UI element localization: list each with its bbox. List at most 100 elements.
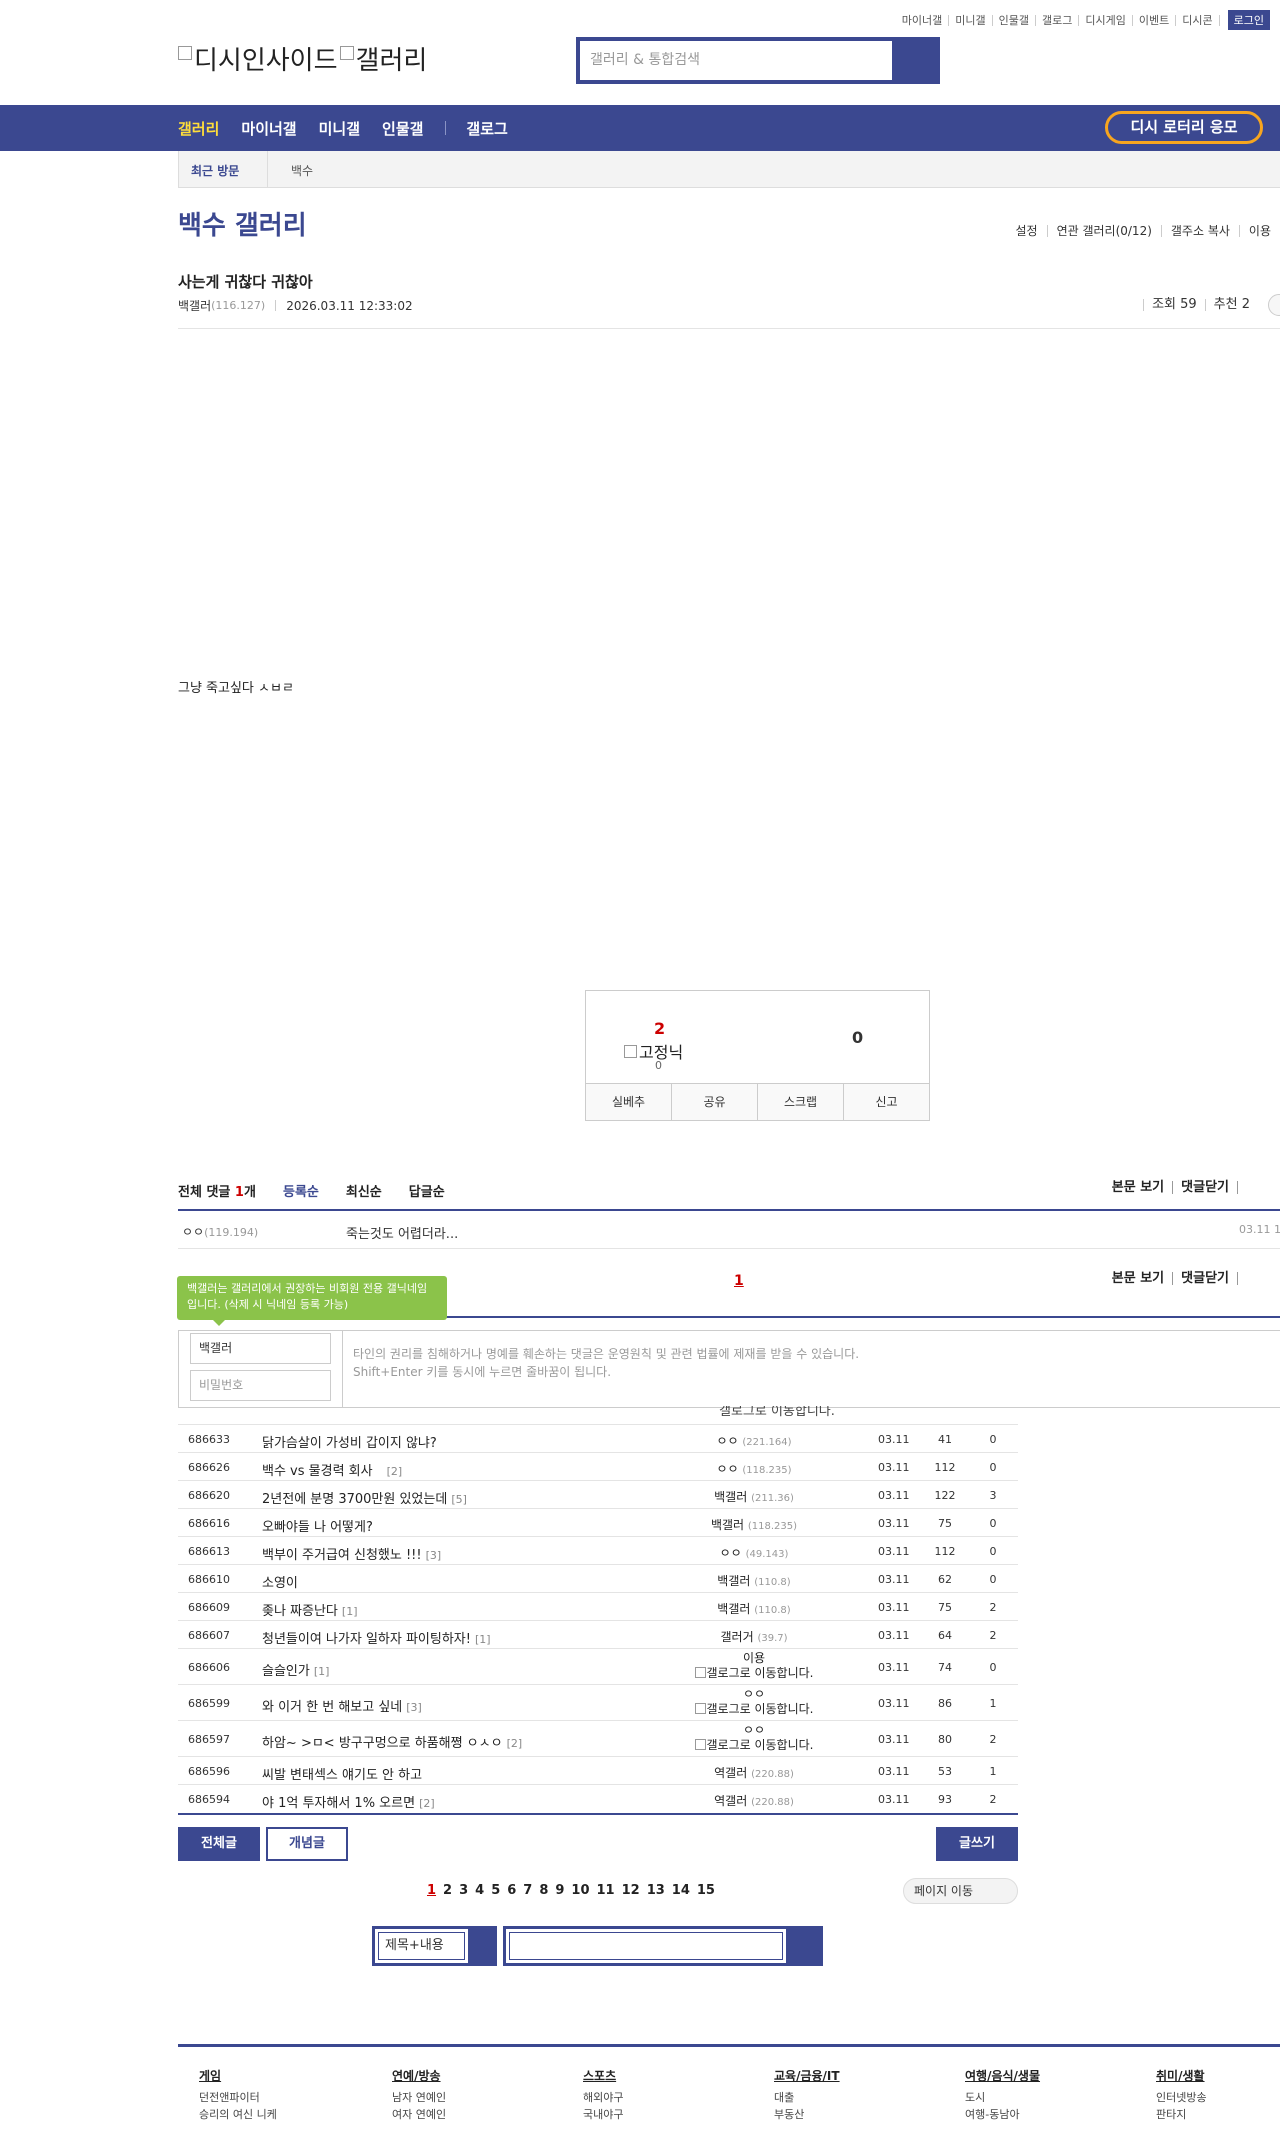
- related-gallery-link[interactable]: 연관 갤러리(0/12): [1046, 225, 1161, 237]
- post-writer[interactable]: ㅇㅇ (49.143): [668, 1544, 840, 1561]
- footer-link[interactable]: 여자 연예인: [392, 2106, 446, 2123]
- gallery-title[interactable]: 백수 갤러리: [178, 205, 307, 242]
- page-11[interactable]: 11: [597, 1883, 615, 1898]
- post-writer[interactable]: ㅇㅇ 갤로그로 이동합니다.: [668, 1687, 840, 1717]
- footer-link[interactable]: 국내야구: [583, 2106, 623, 2123]
- page-15[interactable]: 15: [697, 1883, 715, 1898]
- footer-heading[interactable]: 여행/음식/생물: [965, 2068, 1040, 2085]
- post-writer[interactable]: 백갤러 (110.8): [668, 1600, 840, 1617]
- page-1[interactable]: 1: [427, 1883, 436, 1898]
- sort-by-replies[interactable]: 답글순: [409, 1181, 445, 1200]
- util-dcgame[interactable]: 디시게임: [1079, 14, 1133, 26]
- view-post-link[interactable]: 본문 보기: [1104, 1272, 1172, 1285]
- password-field[interactable]: 비밀번호: [190, 1370, 331, 1401]
- post-list-title[interactable]: 하암~ >ㅁ< 방구구멍으로 하품해쪙 ㅇㅅㅇ [2]: [262, 1732, 522, 1751]
- recent-visit-item[interactable]: 백수: [291, 162, 313, 179]
- list-row[interactable]: 686613 백부이 주거급여 신청했노 !!! [3] ㅇㅇ (49.143) …: [178, 1536, 1018, 1564]
- footer-link[interactable]: 부동산: [774, 2106, 840, 2123]
- post-list-title[interactable]: 슬슬인가 [1]: [262, 1660, 329, 1679]
- nav-person-gallery[interactable]: 인물갤: [382, 118, 423, 139]
- gallog-link-partial[interactable]: 갤로그로 이동합니다.: [719, 1406, 859, 1419]
- sort-by-latest[interactable]: 최신순: [346, 1181, 382, 1200]
- gallery-settings-link[interactable]: 설정: [1006, 225, 1046, 237]
- login-button[interactable]: 로그인: [1227, 10, 1270, 30]
- footer-link[interactable]: 대출: [774, 2089, 840, 2106]
- sort-by-registered[interactable]: 등록순: [283, 1181, 319, 1200]
- post-writer[interactable]: 이용 갤로그로 이동합니다.: [668, 1651, 840, 1681]
- list-row[interactable]: 686626 백수 vs 물경력 회사 [2] ㅇㅇ (118.235) 03.1…: [178, 1452, 1018, 1480]
- post-writer[interactable]: ㅇㅇ (118.235): [668, 1460, 840, 1477]
- list-row[interactable]: 686596 씨발 변태섹스 얘기도 안 하고 역갤러 (220.88) 03.…: [178, 1756, 1018, 1784]
- post-list-title[interactable]: 닭가슴살이 가성비 갑이지 않냐?: [262, 1432, 441, 1451]
- search-button[interactable]: [892, 41, 936, 80]
- gallog-link[interactable]: 갤로그로 이동합니다.: [707, 1738, 814, 1752]
- nickname-field[interactable]: 백갤러: [190, 1333, 331, 1364]
- report-button[interactable]: 신고: [843, 1084, 929, 1120]
- recent-visit-label[interactable]: 최근 방문: [191, 162, 239, 179]
- all-posts-button[interactable]: 전체글: [178, 1827, 260, 1861]
- post-author[interactable]: 백갤러: [178, 297, 211, 314]
- comment-jump-button[interactable]: [1268, 294, 1280, 316]
- footer-link[interactable]: 인터넷방송: [1156, 2089, 1207, 2106]
- page-9[interactable]: 9: [555, 1883, 564, 1898]
- page-4[interactable]: 4: [475, 1883, 484, 1898]
- post-list-title[interactable]: 소영이: [262, 1572, 302, 1591]
- list-row[interactable]: 686609 좆나 짜증난다 [1] 백갤러 (110.8) 03.11 75 2: [178, 1592, 1018, 1620]
- post-writer[interactable]: 역갤러 (220.88): [668, 1764, 840, 1781]
- comment-page-1[interactable]: 1: [734, 1273, 744, 1289]
- page-13[interactable]: 13: [647, 1883, 665, 1898]
- footer-link[interactable]: 여행-동남아: [965, 2106, 1040, 2123]
- list-row[interactable]: 686594 야 1억 투자해서 1% 오르면 [2] 역갤러 (220.88) …: [178, 1784, 1018, 1812]
- list-row[interactable]: 686616 오빠야들 나 어떻게? 백갤러 (118.235) 03.11 7…: [178, 1508, 1018, 1536]
- gallery-search-button[interactable]: [786, 1929, 820, 1963]
- footer-link[interactable]: 해외야구: [583, 2089, 623, 2106]
- comment-textarea[interactable]: 타인의 권리를 침해하거나 명예를 훼손하는 댓글은 운영원칙 및 관련 법률에…: [342, 1331, 1280, 1407]
- util-event[interactable]: 이벤트: [1133, 14, 1177, 26]
- list-row[interactable]: 686633 닭가슴살이 가성비 갑이지 않냐? ㅇㅇ (221.164) 03…: [178, 1424, 1018, 1452]
- footer-link[interactable]: 판타지: [1156, 2106, 1207, 2123]
- post-list-title[interactable]: 씨발 변태섹스 얘기도 안 하고: [262, 1764, 426, 1783]
- footer-link[interactable]: 승리의 여신 니케: [199, 2106, 277, 2123]
- list-row[interactable]: 686606 슬슬인가 [1] 이용 갤로그로 이동합니다. 03.11 74 0: [178, 1648, 1018, 1684]
- comment-author[interactable]: ㅇㅇ(119.194): [182, 1223, 258, 1240]
- nav-minor-gallery[interactable]: 마이너갤: [241, 118, 296, 139]
- util-minor-gallery[interactable]: 마이너갤: [896, 14, 950, 26]
- post-list-title[interactable]: 야 1억 투자해서 1% 오르면 [2]: [262, 1792, 435, 1811]
- list-row[interactable]: 686607 청년들이여 나가자 일하자 파이팅하자! [1] 갤러거 (39.7…: [178, 1620, 1018, 1648]
- page-2[interactable]: 2: [443, 1883, 452, 1898]
- close-comments-link[interactable]: 댓글닫기: [1172, 1181, 1237, 1194]
- post-list-title[interactable]: 좆나 짜증난다 [1]: [262, 1600, 358, 1619]
- share-button[interactable]: 공유: [671, 1084, 757, 1120]
- post-writer[interactable]: 갤러거 (39.7): [668, 1628, 840, 1645]
- close-comments-link[interactable]: 댓글닫기: [1172, 1272, 1237, 1285]
- nav-mini-gallery[interactable]: 미니갤: [319, 118, 360, 139]
- list-row[interactable]: 686599 와 이거 한 번 해보고 싶네 [3] ㅇㅇ 갤로그로 이동합니다. …: [178, 1684, 1018, 1720]
- search-type-select[interactable]: 제목+내용: [372, 1926, 497, 1966]
- gallog-link[interactable]: 갤로그로 이동합니다.: [707, 1702, 814, 1716]
- page-8[interactable]: 8: [539, 1883, 548, 1898]
- page-move-button[interactable]: 페이지 이동: [903, 1878, 1018, 1904]
- write-post-button[interactable]: 글쓰기: [936, 1827, 1018, 1861]
- search-input[interactable]: 갤러리 & 통합검색: [580, 41, 892, 80]
- post-list-title[interactable]: 백수 vs 물경력 회사 [2]: [262, 1460, 402, 1479]
- page-10[interactable]: 10: [571, 1883, 589, 1898]
- page-7[interactable]: 7: [523, 1883, 532, 1898]
- gallery-search-input[interactable]: [509, 1932, 783, 1960]
- view-post-link[interactable]: 본문 보기: [1104, 1181, 1172, 1194]
- util-dccon[interactable]: 디시콘: [1176, 14, 1220, 26]
- footer-link[interactable]: 남자 연예인: [392, 2089, 446, 2106]
- post-writer[interactable]: 역갤러 (220.88): [668, 1792, 840, 1809]
- util-mini-gallery[interactable]: 미니갤: [949, 14, 993, 26]
- real-best-recommend-button[interactable]: 실베추: [586, 1084, 671, 1120]
- nav-gallery[interactable]: 갤러리: [178, 118, 219, 139]
- recommended-posts-button[interactable]: 개념글: [266, 1827, 348, 1861]
- lotto-button[interactable]: 디시 로터리 응모: [1105, 111, 1263, 144]
- post-list-title[interactable]: 오빠야들 나 어떻게?: [262, 1516, 377, 1535]
- copy-gallery-url-link[interactable]: 갤주소 복사: [1160, 225, 1239, 237]
- footer-heading[interactable]: 게임: [199, 2068, 277, 2085]
- list-row[interactable]: 686610 소영이 백갤러 (110.8) 03.11 62 0: [178, 1564, 1018, 1592]
- footer-link[interactable]: 던전앤파이터: [199, 2089, 277, 2106]
- util-person-gallery[interactable]: 인물갤: [993, 14, 1037, 26]
- post-writer[interactable]: 백갤러 (110.8): [668, 1572, 840, 1589]
- list-row[interactable]: 686597 하암~ >ㅁ< 방구구멍으로 하품해쪙 ㅇㅅㅇ [2] ㅇㅇ 갤로그로…: [178, 1720, 1018, 1756]
